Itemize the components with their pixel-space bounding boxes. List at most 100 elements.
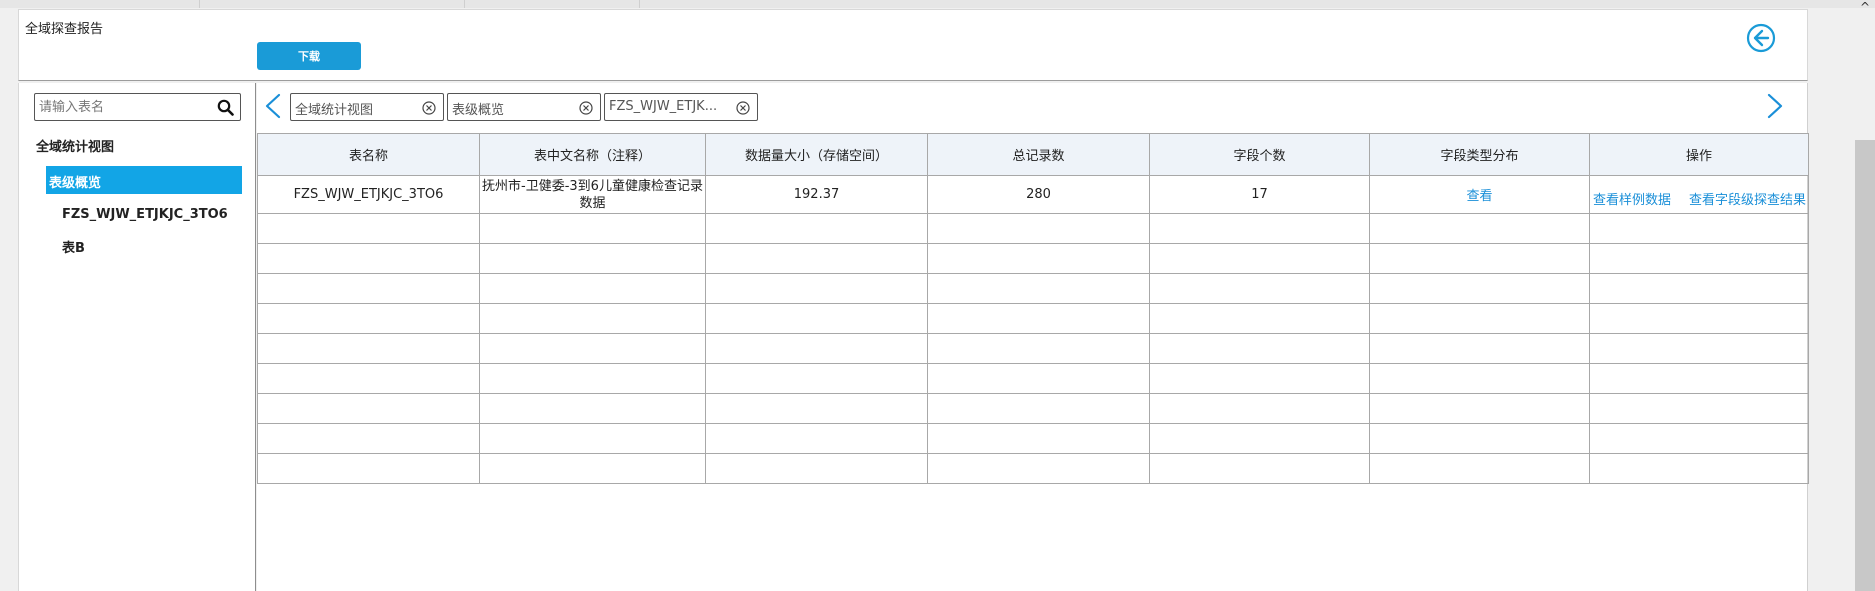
empty-cell xyxy=(479,453,706,484)
column-header-field-count: 字段个数 xyxy=(1149,133,1370,176)
empty-cell xyxy=(257,453,480,484)
empty-cell xyxy=(1589,363,1809,394)
page-scrollbar-thumb[interactable] xyxy=(1855,140,1875,591)
view-sample-data-link[interactable]: 查看样例数据 xyxy=(1593,189,1671,208)
close-circle-icon[interactable] xyxy=(736,101,750,115)
column-header-comment: 表中文名称（注释） xyxy=(479,133,706,176)
sidebar-item-table-overview[interactable]: 表级概览 xyxy=(46,166,242,194)
view-type-dist-link[interactable]: 查看 xyxy=(1466,189,1492,204)
table-header-row: 表名称 表中文名称（注释） 数据量大小（存储空间） 总记录数 字段个数 字段类型… xyxy=(257,133,1809,176)
empty-cell xyxy=(1369,273,1590,304)
top-tab-strip-segment xyxy=(0,0,200,8)
tab-label: 表级概览 xyxy=(452,103,505,118)
window-corner-caret: ^ xyxy=(1860,0,1871,14)
empty-cell xyxy=(705,243,928,274)
empty-cell xyxy=(1149,303,1370,334)
empty-cell xyxy=(257,243,480,274)
empty-cell xyxy=(705,393,928,424)
chevron-left-icon[interactable] xyxy=(263,92,283,120)
table-row-empty xyxy=(257,273,1809,304)
cell-type-dist: 查看 xyxy=(1369,175,1590,214)
column-header-table-name: 表名称 xyxy=(257,133,480,176)
table-row: FZS_WJW_ETJKJC_3TO6 抚州市-卫健委-3到6儿童健康检查记录数… xyxy=(257,175,1809,214)
view-field-results-link[interactable]: 查看字段级探查结果 xyxy=(1689,189,1806,208)
tab-global-stats[interactable]: 全域统计视图 xyxy=(290,93,444,121)
tab-table-overview[interactable]: 表级概览 xyxy=(447,93,601,121)
empty-cell xyxy=(257,423,480,454)
sidebar-item-table[interactable]: FZS_WJW_ETJKJC_3TO6 xyxy=(62,207,228,222)
empty-cell xyxy=(1369,333,1590,364)
arrow-left-circle-icon[interactable] xyxy=(1746,23,1776,53)
empty-cell xyxy=(927,423,1150,454)
empty-cell xyxy=(1589,243,1809,274)
empty-cell xyxy=(927,273,1150,304)
column-header-records: 总记录数 xyxy=(927,133,1150,176)
empty-cell xyxy=(479,423,706,454)
empty-cell xyxy=(1589,273,1809,304)
download-button[interactable]: 下载 xyxy=(257,42,361,70)
sidebar-item-table[interactable]: 表B xyxy=(62,237,85,256)
sidebar: 全域统计视图 表级概览 FZS_WJW_ETJKJC_3TO6 表B xyxy=(18,83,256,591)
top-tab-strip-segment xyxy=(200,0,465,8)
close-circle-icon[interactable] xyxy=(422,101,436,115)
empty-cell xyxy=(479,393,706,424)
empty-cell xyxy=(1149,453,1370,484)
sidebar-item-global-stats[interactable]: 全域统计视图 xyxy=(36,136,114,155)
empty-cell xyxy=(705,213,928,244)
empty-cell xyxy=(1369,453,1590,484)
top-tab-strip xyxy=(0,0,1875,8)
empty-cell xyxy=(257,273,480,304)
empty-cell xyxy=(1149,363,1370,394)
empty-cell xyxy=(705,453,928,484)
empty-cell xyxy=(927,453,1150,484)
top-tab-strip-segment xyxy=(465,0,640,8)
cell-size: 192.37 xyxy=(705,175,928,214)
cell-field-count: 17 xyxy=(1149,175,1370,214)
empty-cell xyxy=(705,423,928,454)
empty-cell xyxy=(257,213,480,244)
empty-cell xyxy=(927,363,1150,394)
empty-cell xyxy=(705,303,928,334)
table-overview-grid: 表名称 表中文名称（注释） 数据量大小（存储空间） 总记录数 字段个数 字段类型… xyxy=(257,133,1809,484)
empty-cell xyxy=(1369,393,1590,424)
empty-cell xyxy=(479,363,706,394)
table-row-empty xyxy=(257,423,1809,454)
column-header-size: 数据量大小（存储空间） xyxy=(705,133,928,176)
table-row-empty xyxy=(257,213,1809,244)
empty-cell xyxy=(479,213,706,244)
empty-cell xyxy=(1149,333,1370,364)
page-title: 全域探查报告 xyxy=(25,22,104,37)
column-header-actions: 操作 xyxy=(1589,133,1809,176)
actions-group: 查看样例数据 查看字段级探查结果 xyxy=(1590,181,1808,208)
empty-cell xyxy=(927,303,1150,334)
empty-cell xyxy=(1149,273,1370,304)
search-icon[interactable] xyxy=(217,99,234,116)
table-search-box xyxy=(34,93,241,121)
empty-cell xyxy=(257,363,480,394)
main-panel: 全域统计视图 表级概览 FZS_WJW_ETJK... 表名称 表中文名称（注释… xyxy=(257,83,1809,591)
tab-table-detail[interactable]: FZS_WJW_ETJK... xyxy=(604,93,758,121)
tab-label: FZS_WJW_ETJK... xyxy=(609,99,718,114)
cell-comment: 抚州市-卫健委-3到6儿童健康检查记录数据 xyxy=(479,175,706,214)
empty-cell xyxy=(257,333,480,364)
empty-cell xyxy=(257,303,480,334)
chevron-right-icon[interactable] xyxy=(1765,92,1785,120)
cell-table-name: FZS_WJW_ETJKJC_3TO6 xyxy=(257,175,480,214)
empty-cell xyxy=(257,393,480,424)
empty-cell xyxy=(927,333,1150,364)
empty-cell xyxy=(927,393,1150,424)
column-header-type-dist: 字段类型分布 xyxy=(1369,133,1590,176)
empty-cell xyxy=(1589,213,1809,244)
empty-cell xyxy=(1369,303,1590,334)
table-search-input[interactable] xyxy=(39,98,209,116)
empty-cell xyxy=(705,363,928,394)
empty-cell xyxy=(1369,363,1590,394)
empty-cell xyxy=(1589,333,1809,364)
table-row-empty xyxy=(257,453,1809,484)
close-circle-icon[interactable] xyxy=(579,101,593,115)
cell-records: 280 xyxy=(927,175,1150,214)
empty-cell xyxy=(1369,213,1590,244)
table-row-empty xyxy=(257,303,1809,334)
empty-cell xyxy=(1149,393,1370,424)
empty-cell xyxy=(1149,423,1370,454)
